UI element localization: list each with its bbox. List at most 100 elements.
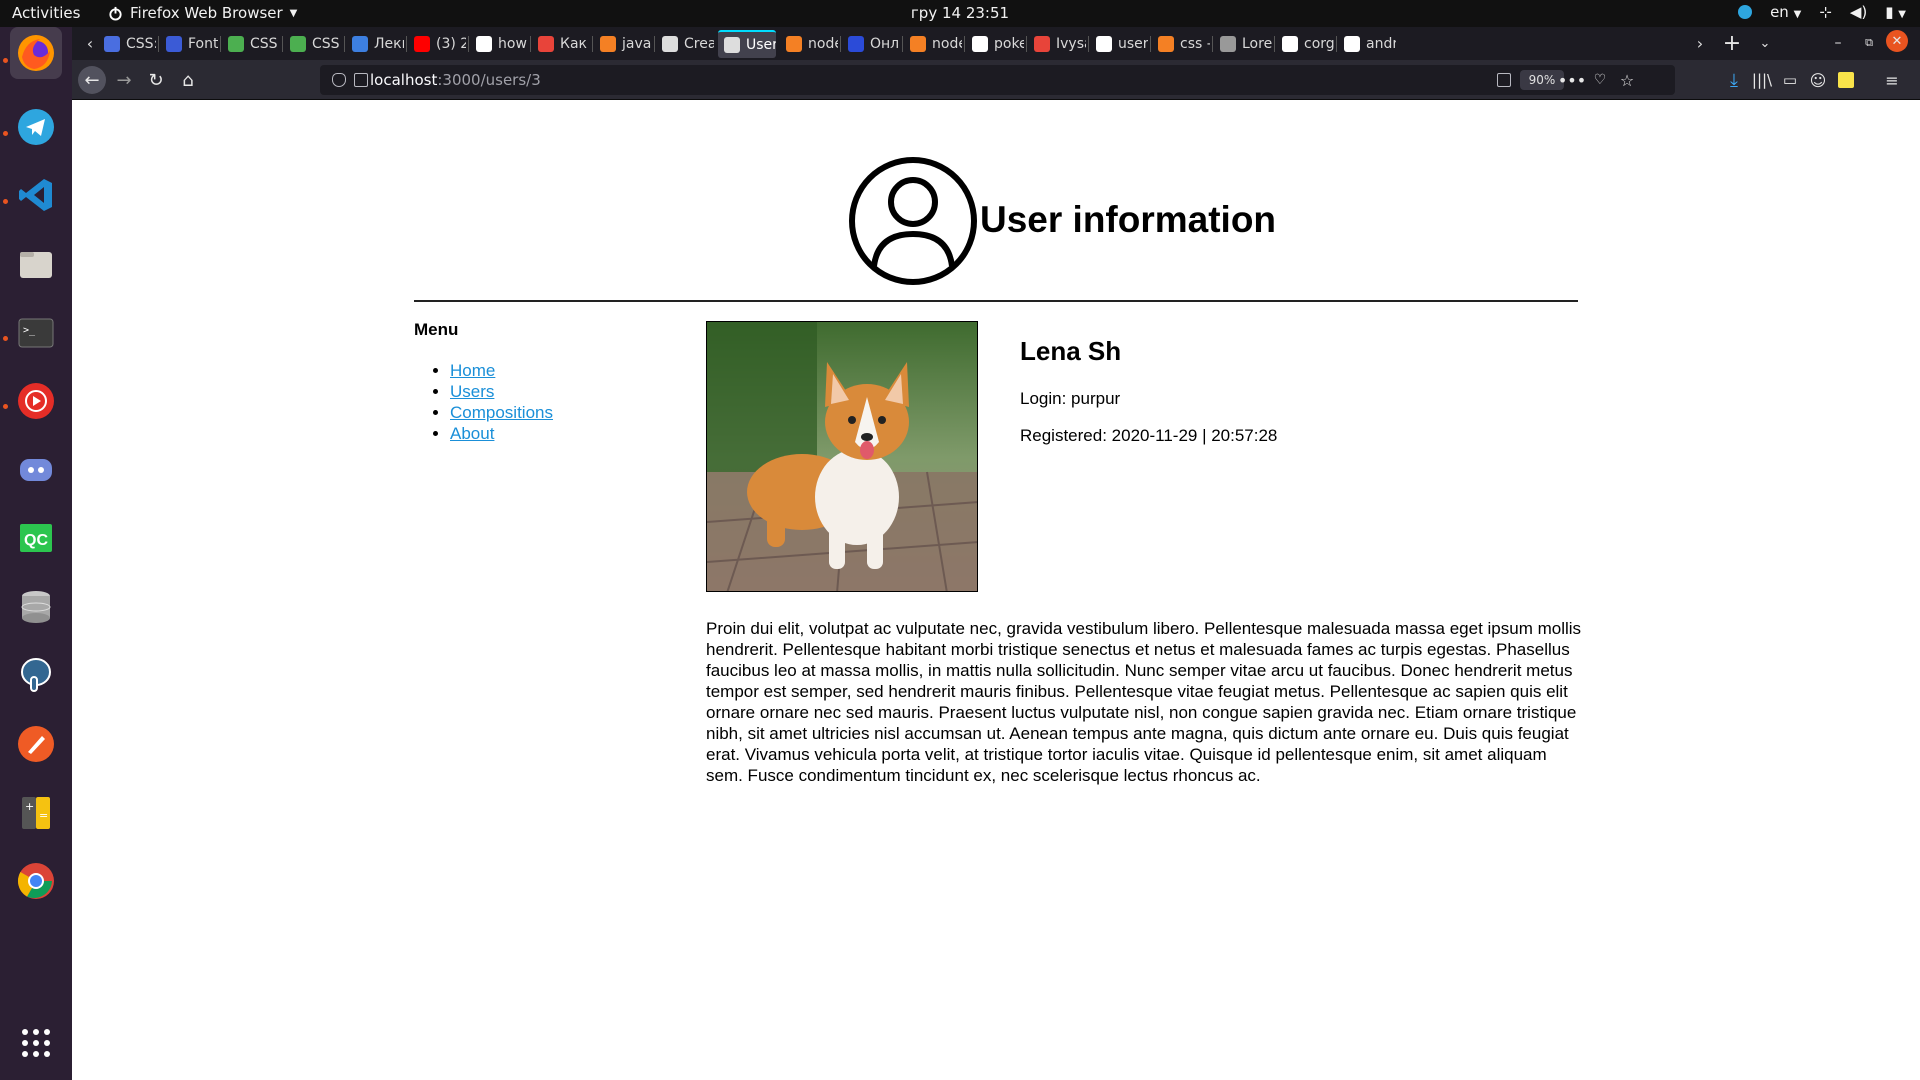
- downloads-icon[interactable]: ⤓: [1720, 66, 1748, 94]
- tab[interactable]: Font: [160, 30, 218, 58]
- tab[interactable]: CSS:: [98, 30, 156, 58]
- sidebar-icon[interactable]: ▭: [1776, 66, 1804, 94]
- system-top-bar: Activities Firefox Web Browser ▼ гру 14 …: [0, 0, 1920, 27]
- tab[interactable]: javas: [594, 30, 652, 58]
- firefox-icon[interactable]: [10, 27, 62, 79]
- compositions-link[interactable]: Compositions: [450, 403, 553, 422]
- tab-favicon-icon: [1034, 36, 1050, 52]
- close-window-button[interactable]: ✕: [1886, 30, 1908, 52]
- tab-separator: [406, 36, 407, 52]
- postman-icon[interactable]: [10, 718, 62, 770]
- qc-icon[interactable]: QC: [10, 512, 62, 564]
- tab[interactable]: CSS: [222, 30, 280, 58]
- telegram-icon[interactable]: [10, 101, 62, 153]
- users-link[interactable]: Users: [450, 382, 494, 401]
- tab[interactable]: node: [904, 30, 962, 58]
- tab-scroll-right-button[interactable]: ›: [1686, 29, 1714, 57]
- grid-icon: [22, 1029, 50, 1057]
- volume-icon[interactable]: ◀): [1850, 3, 1867, 21]
- url-text[interactable]: localhost:3000/users/3: [370, 71, 541, 89]
- forward-button[interactable]: →: [110, 66, 138, 94]
- tab-separator: [158, 36, 159, 52]
- page-info-icon[interactable]: [354, 73, 368, 87]
- account-icon[interactable]: ☺: [1804, 66, 1832, 94]
- tab[interactable]: user: [1090, 30, 1148, 58]
- tab[interactable]: Ivysa: [1028, 30, 1086, 58]
- reader-view-icon[interactable]: [1497, 73, 1511, 87]
- tab-label: poke: [994, 36, 1024, 52]
- tab[interactable]: andr: [1338, 30, 1396, 58]
- system-tray[interactable]: en ▼ ⊹ ◀) ▮ ▼: [1738, 3, 1906, 21]
- tab[interactable]: Crea: [656, 30, 714, 58]
- restore-window-button[interactable]: ⧉: [1855, 29, 1883, 57]
- tab-active[interactable]: User✕: [718, 30, 776, 58]
- files-icon[interactable]: [10, 238, 62, 290]
- postgres-icon[interactable]: [10, 649, 62, 701]
- menu-title: Menu: [414, 320, 459, 339]
- address-bar[interactable]: localhost:3000/users/3 90% ••• ♡ ☆: [320, 65, 1675, 95]
- hamburger-menu-icon[interactable]: ≡: [1878, 66, 1906, 94]
- discord-icon[interactable]: [10, 444, 62, 496]
- page-header: User information: [414, 156, 1578, 302]
- shield-icon[interactable]: [332, 73, 346, 87]
- page-actions-icon[interactable]: •••: [1558, 66, 1586, 94]
- library-icon[interactable]: |||\: [1748, 66, 1776, 94]
- language-indicator[interactable]: en ▼: [1770, 3, 1801, 21]
- back-button[interactable]: ←: [78, 66, 106, 94]
- tab[interactable]: (3) 2(: [408, 30, 466, 58]
- web-page: User information Menu Home Users Composi…: [72, 100, 1920, 1080]
- tab[interactable]: Lore: [1214, 30, 1272, 58]
- tab-separator: [592, 36, 593, 52]
- tab-label: how: [498, 36, 527, 52]
- tab-favicon-icon: [972, 36, 988, 52]
- tab-favicon-icon: [476, 36, 492, 52]
- home-button[interactable]: ⌂: [174, 66, 202, 94]
- tab-favicon-icon: [662, 36, 678, 52]
- tab-favicon-icon: [1220, 36, 1236, 52]
- telegram-tray-icon[interactable]: [1738, 5, 1753, 19]
- list-all-tabs-button[interactable]: ⌄: [1751, 29, 1779, 57]
- tab-separator: [840, 36, 841, 52]
- terminal-icon[interactable]: >_: [10, 307, 62, 359]
- home-link[interactable]: Home: [450, 361, 495, 380]
- youtube-music-icon[interactable]: [10, 375, 62, 427]
- extension-icon[interactable]: [1832, 66, 1860, 94]
- bookmark-star-icon[interactable]: ☆: [1613, 66, 1641, 94]
- clock[interactable]: гру 14 23:51: [0, 4, 1920, 22]
- app-grid-button[interactable]: [10, 1017, 62, 1069]
- tab[interactable]: Лекц: [346, 30, 404, 58]
- tab[interactable]: how: [470, 30, 528, 58]
- reload-button[interactable]: ↻: [142, 66, 170, 94]
- chrome-icon[interactable]: [10, 855, 62, 907]
- tab-label: Лекц: [374, 36, 404, 52]
- url-host: localhost: [370, 71, 438, 89]
- pocket-icon[interactable]: ♡: [1586, 66, 1614, 94]
- tab-favicon-icon: [724, 37, 740, 53]
- tab[interactable]: poke: [966, 30, 1024, 58]
- tab-favicon-icon: [1282, 36, 1298, 52]
- tab-label: CSS:: [126, 36, 156, 52]
- running-indicator: [3, 131, 8, 136]
- tab[interactable]: node: [780, 30, 838, 58]
- database-icon[interactable]: [10, 581, 62, 633]
- calculator-icon[interactable]: + =: [10, 787, 62, 839]
- tab-favicon-icon: [786, 36, 802, 52]
- menu-item-home: Home: [450, 360, 684, 381]
- tab[interactable]: css -: [1152, 30, 1210, 58]
- tab[interactable]: Как г: [532, 30, 590, 58]
- battery-icon[interactable]: ▮ ▼: [1885, 3, 1906, 21]
- tab-favicon-icon: [166, 36, 182, 52]
- chevron-down-icon: ▼: [1793, 9, 1802, 20]
- tab-label: node: [808, 36, 838, 52]
- tab[interactable]: CSS F: [284, 30, 342, 58]
- new-tab-button[interactable]: +: [1718, 29, 1746, 57]
- tab[interactable]: Онла: [842, 30, 900, 58]
- tab[interactable]: corgi: [1276, 30, 1334, 58]
- running-indicator: [3, 336, 8, 341]
- about-link[interactable]: About: [450, 424, 494, 443]
- tab-favicon-icon: [1344, 36, 1360, 52]
- network-icon[interactable]: ⊹: [1819, 3, 1832, 21]
- minimize-window-button[interactable]: –: [1824, 29, 1852, 57]
- vscode-icon[interactable]: [10, 169, 62, 221]
- tab-favicon-icon: [290, 36, 306, 52]
